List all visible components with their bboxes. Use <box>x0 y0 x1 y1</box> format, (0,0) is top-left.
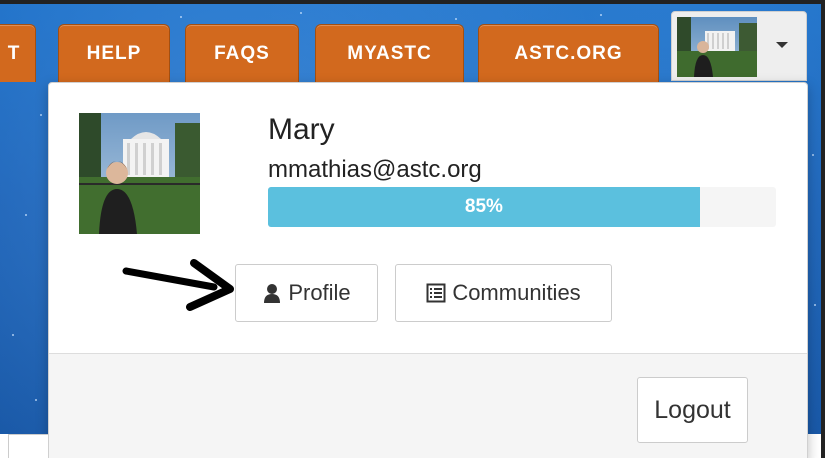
nav-tab-label: HELP <box>86 42 142 64</box>
nav-tab-faqs[interactable]: FAQS <box>185 24 299 82</box>
nav-tab-myastc[interactable]: MYASTC <box>315 24 464 82</box>
nav-tab-partial[interactable]: T <box>0 24 36 82</box>
nav-tab-label: ASTC.ORG <box>514 42 623 64</box>
user-avatar-thumbnail <box>677 17 757 77</box>
user-icon <box>264 284 281 303</box>
page-content-edge <box>8 434 48 458</box>
profile-button[interactable]: Profile <box>235 264 378 322</box>
communities-button-label: Communities <box>452 280 581 305</box>
nav-tab-astc-org[interactable]: ASTC.ORG <box>478 24 659 82</box>
progress-label: 85% <box>464 196 503 217</box>
screenshot-frame: T HELP FAQS MYASTC ASTC.ORG Mary mmathia… <box>0 0 825 458</box>
logout-button[interactable]: Logout <box>637 377 748 443</box>
profile-button-label: Profile <box>288 280 351 305</box>
nav-tab-label: T <box>7 42 21 64</box>
nav-tab-label: FAQS <box>214 42 270 64</box>
user-email: mmathias@astc.org <box>268 156 482 183</box>
user-name: Mary <box>268 113 335 146</box>
annotation-arrow-icon <box>122 259 234 311</box>
progress-bar-fill: 85% <box>268 187 700 227</box>
nav-tab-label: MYASTC <box>347 42 432 64</box>
profile-completion-progress: 85% <box>268 187 776 227</box>
list-icon <box>426 283 446 303</box>
logout-button-label: Logout <box>654 395 731 424</box>
dropdown-footer: Logout <box>49 353 807 458</box>
user-menu-toggle[interactable] <box>671 11 807 81</box>
caret-down-icon <box>776 42 788 48</box>
nav-tab-help[interactable]: HELP <box>58 24 170 82</box>
communities-button[interactable]: Communities <box>395 264 612 322</box>
user-profile-photo <box>79 113 200 234</box>
